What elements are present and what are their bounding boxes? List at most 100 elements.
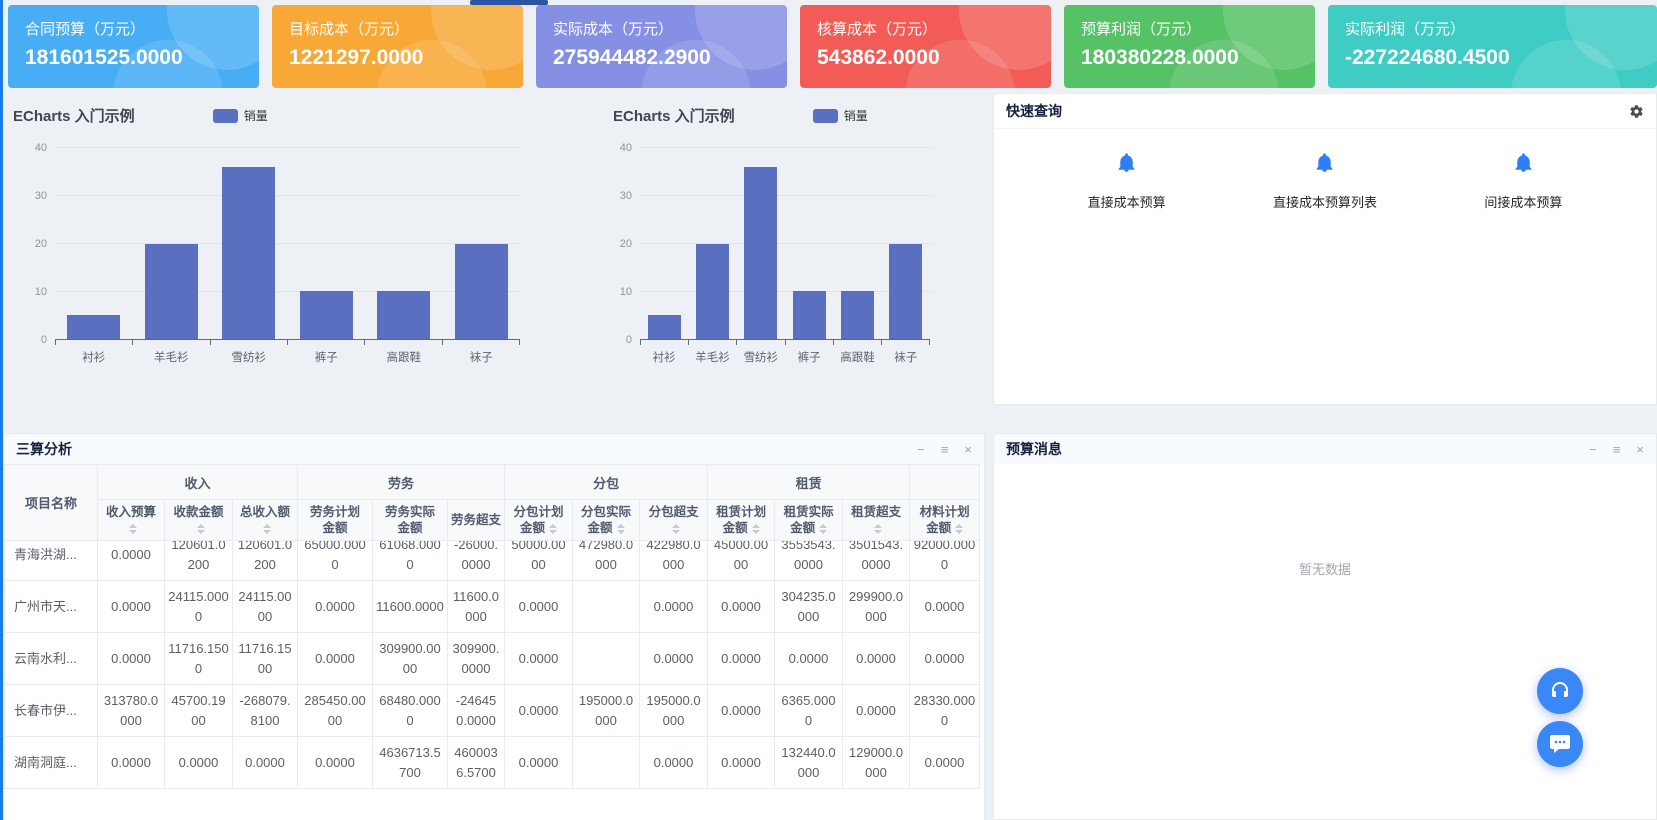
value-cell: 45700.1900 bbox=[165, 685, 233, 737]
stat-card-value: 275944482.2900 bbox=[553, 46, 787, 70]
bar-羊毛衫[interactable] bbox=[696, 244, 729, 340]
bar-雪纺衫[interactable] bbox=[222, 167, 275, 339]
column-header-7[interactable]: 分包计划金额 bbox=[505, 500, 573, 541]
quick-query-item-1[interactable]: 直接成本预算 bbox=[1088, 151, 1166, 211]
bar-衬衫[interactable] bbox=[67, 315, 120, 339]
bar-羊毛衫[interactable] bbox=[145, 244, 198, 340]
close-icon[interactable]: × bbox=[964, 443, 972, 456]
x-axis-ticks bbox=[55, 340, 520, 345]
column-header-11[interactable]: 租赁实际金额 bbox=[775, 500, 843, 541]
y-axis-label: 40 bbox=[604, 142, 632, 154]
customer-service-button[interactable] bbox=[1537, 668, 1583, 714]
value-cell: 0.0000 bbox=[505, 737, 573, 789]
legend-swatch bbox=[213, 109, 238, 123]
chat-button[interactable] bbox=[1537, 721, 1583, 767]
bell-icon bbox=[1512, 162, 1535, 179]
column-header-8[interactable]: 分包实际金额 bbox=[573, 500, 640, 541]
quick-query-item-3[interactable]: 间接成本预算 bbox=[1484, 151, 1562, 211]
close-icon[interactable]: × bbox=[1636, 443, 1644, 456]
group-header-3: 分包 bbox=[505, 465, 708, 500]
value-cell: 132440.0000 bbox=[775, 737, 843, 789]
bar-雪纺衫[interactable] bbox=[744, 167, 777, 339]
value-cell: 0.0000 bbox=[298, 581, 373, 633]
value-cell bbox=[573, 633, 640, 685]
stat-card-6: 实际利润（万元）-227224680.4500 bbox=[1328, 5, 1657, 88]
minimize-icon[interactable]: − bbox=[1589, 443, 1597, 456]
sort-caret-icon[interactable] bbox=[672, 524, 680, 534]
column-header-1[interactable]: 收入预算 bbox=[98, 500, 165, 541]
bar-裤子[interactable] bbox=[793, 291, 826, 339]
value-cell: 0.0000 bbox=[298, 737, 373, 789]
value-cell: 0.0000 bbox=[708, 581, 775, 633]
sort-caret-icon[interactable] bbox=[129, 524, 137, 534]
analysis-table-header: 项目名称收入劳务分包租赁收入预算收款金额总收入额劳务计划金额劳务实际金额劳务超支… bbox=[4, 464, 980, 541]
minimize-icon[interactable]: − bbox=[917, 443, 925, 456]
y-axis-label: 0 bbox=[604, 334, 632, 346]
column-header-6: 劳务超支 bbox=[448, 500, 505, 541]
sort-caret-icon[interactable] bbox=[752, 524, 760, 534]
middle-row: ECharts 入门示例销量010203040衬衫羊毛衫雪纺衫裤子高跟鞋袜子EC… bbox=[0, 93, 1657, 405]
bar-衬衫[interactable] bbox=[648, 315, 681, 339]
value-cell: 0.0000 bbox=[505, 633, 573, 685]
messages-body: 暂无数据 bbox=[994, 464, 1656, 578]
value-cell: 0.0000 bbox=[98, 541, 165, 581]
value-cell: 61068.0000 bbox=[373, 541, 448, 581]
y-axis-label: 10 bbox=[19, 286, 47, 298]
column-header-10[interactable]: 租赁计划金额 bbox=[708, 500, 775, 541]
value-cell: 0.0000 bbox=[843, 685, 910, 737]
top-scrollbar-thumb[interactable] bbox=[470, 0, 548, 5]
column-header-12[interactable]: 租赁超支 bbox=[843, 500, 910, 541]
column-header-13[interactable]: 材料计划金额 bbox=[910, 500, 980, 541]
quick-query-item-label: 直接成本预算列表 bbox=[1273, 192, 1377, 211]
gear-icon[interactable] bbox=[1629, 104, 1644, 119]
value-cell: 11600.0000 bbox=[448, 581, 505, 633]
value-cell: 0.0000 bbox=[233, 737, 298, 789]
stat-card-1: 合同预算（万元）181601525.0000 bbox=[8, 5, 259, 88]
value-cell: 3553543.0000 bbox=[775, 541, 843, 581]
sort-caret-icon[interactable] bbox=[955, 524, 963, 534]
analysis-table-body[interactable]: 青海洪湖...0.0000120601.0200120601.020065000… bbox=[4, 541, 984, 820]
bar-袜子[interactable] bbox=[889, 244, 922, 340]
stat-cards-row: 合同预算（万元）181601525.0000目标成本（万元）1221297.00… bbox=[0, 0, 1657, 88]
menu-icon[interactable]: ≡ bbox=[941, 443, 949, 456]
bar-高跟鞋[interactable] bbox=[841, 291, 874, 339]
value-cell: 195000.0000 bbox=[640, 685, 708, 737]
legend-item[interactable]: 销量 bbox=[213, 107, 268, 124]
value-cell: 129000.0000 bbox=[843, 737, 910, 789]
value-cell: 285450.0000 bbox=[298, 685, 373, 737]
project-name-cell: 青海洪湖... bbox=[5, 541, 98, 581]
x-axis-label: 裤子 bbox=[785, 349, 833, 365]
value-cell: 0.0000 bbox=[640, 581, 708, 633]
value-cell: 120601.0200 bbox=[165, 541, 233, 581]
y-axis-label: 40 bbox=[19, 142, 47, 154]
quick-query-item-2[interactable]: 直接成本预算列表 bbox=[1273, 151, 1377, 211]
y-axis-label: 30 bbox=[604, 190, 632, 202]
menu-icon[interactable]: ≡ bbox=[1613, 443, 1621, 456]
value-cell bbox=[573, 581, 640, 633]
column-header-3[interactable]: 总收入额 bbox=[233, 500, 298, 541]
value-cell: 24115.0000 bbox=[165, 581, 233, 633]
sort-caret-icon[interactable] bbox=[617, 524, 625, 534]
sort-caret-icon[interactable] bbox=[549, 524, 557, 534]
value-cell: 0.0000 bbox=[640, 737, 708, 789]
quick-query-panel: 快速查询 直接成本预算直接成本预算列表间接成本预算 bbox=[993, 93, 1657, 405]
sort-caret-icon[interactable] bbox=[874, 524, 882, 534]
group-header-4: 租赁 bbox=[708, 465, 910, 500]
column-header-9[interactable]: 分包超支 bbox=[640, 500, 708, 541]
stat-card-title: 实际利润（万元） bbox=[1345, 18, 1657, 39]
bottom-row: 三算分析 − ≡ × 项目名称收入劳务分包租赁收入预算收款金额总收入额劳务计划金… bbox=[0, 433, 1657, 820]
bar-裤子[interactable] bbox=[300, 291, 353, 339]
analysis-panel-title: 三算分析 bbox=[16, 439, 72, 459]
column-header-2[interactable]: 收款金额 bbox=[165, 500, 233, 541]
value-cell: 28330.0000 bbox=[910, 685, 980, 737]
stat-card-5: 预算利润（万元）180380228.0000 bbox=[1064, 5, 1315, 88]
legend-item[interactable]: 销量 bbox=[813, 107, 868, 124]
sort-caret-icon[interactable] bbox=[819, 524, 827, 534]
y-axis-label: 0 bbox=[19, 334, 47, 346]
sort-caret-icon[interactable] bbox=[197, 524, 205, 534]
column-header-4: 劳务计划金额 bbox=[298, 500, 373, 541]
sort-caret-icon[interactable] bbox=[263, 524, 271, 534]
bar-高跟鞋[interactable] bbox=[377, 291, 430, 339]
project-name-cell: 广州市天... bbox=[5, 581, 98, 633]
bar-袜子[interactable] bbox=[455, 244, 508, 340]
